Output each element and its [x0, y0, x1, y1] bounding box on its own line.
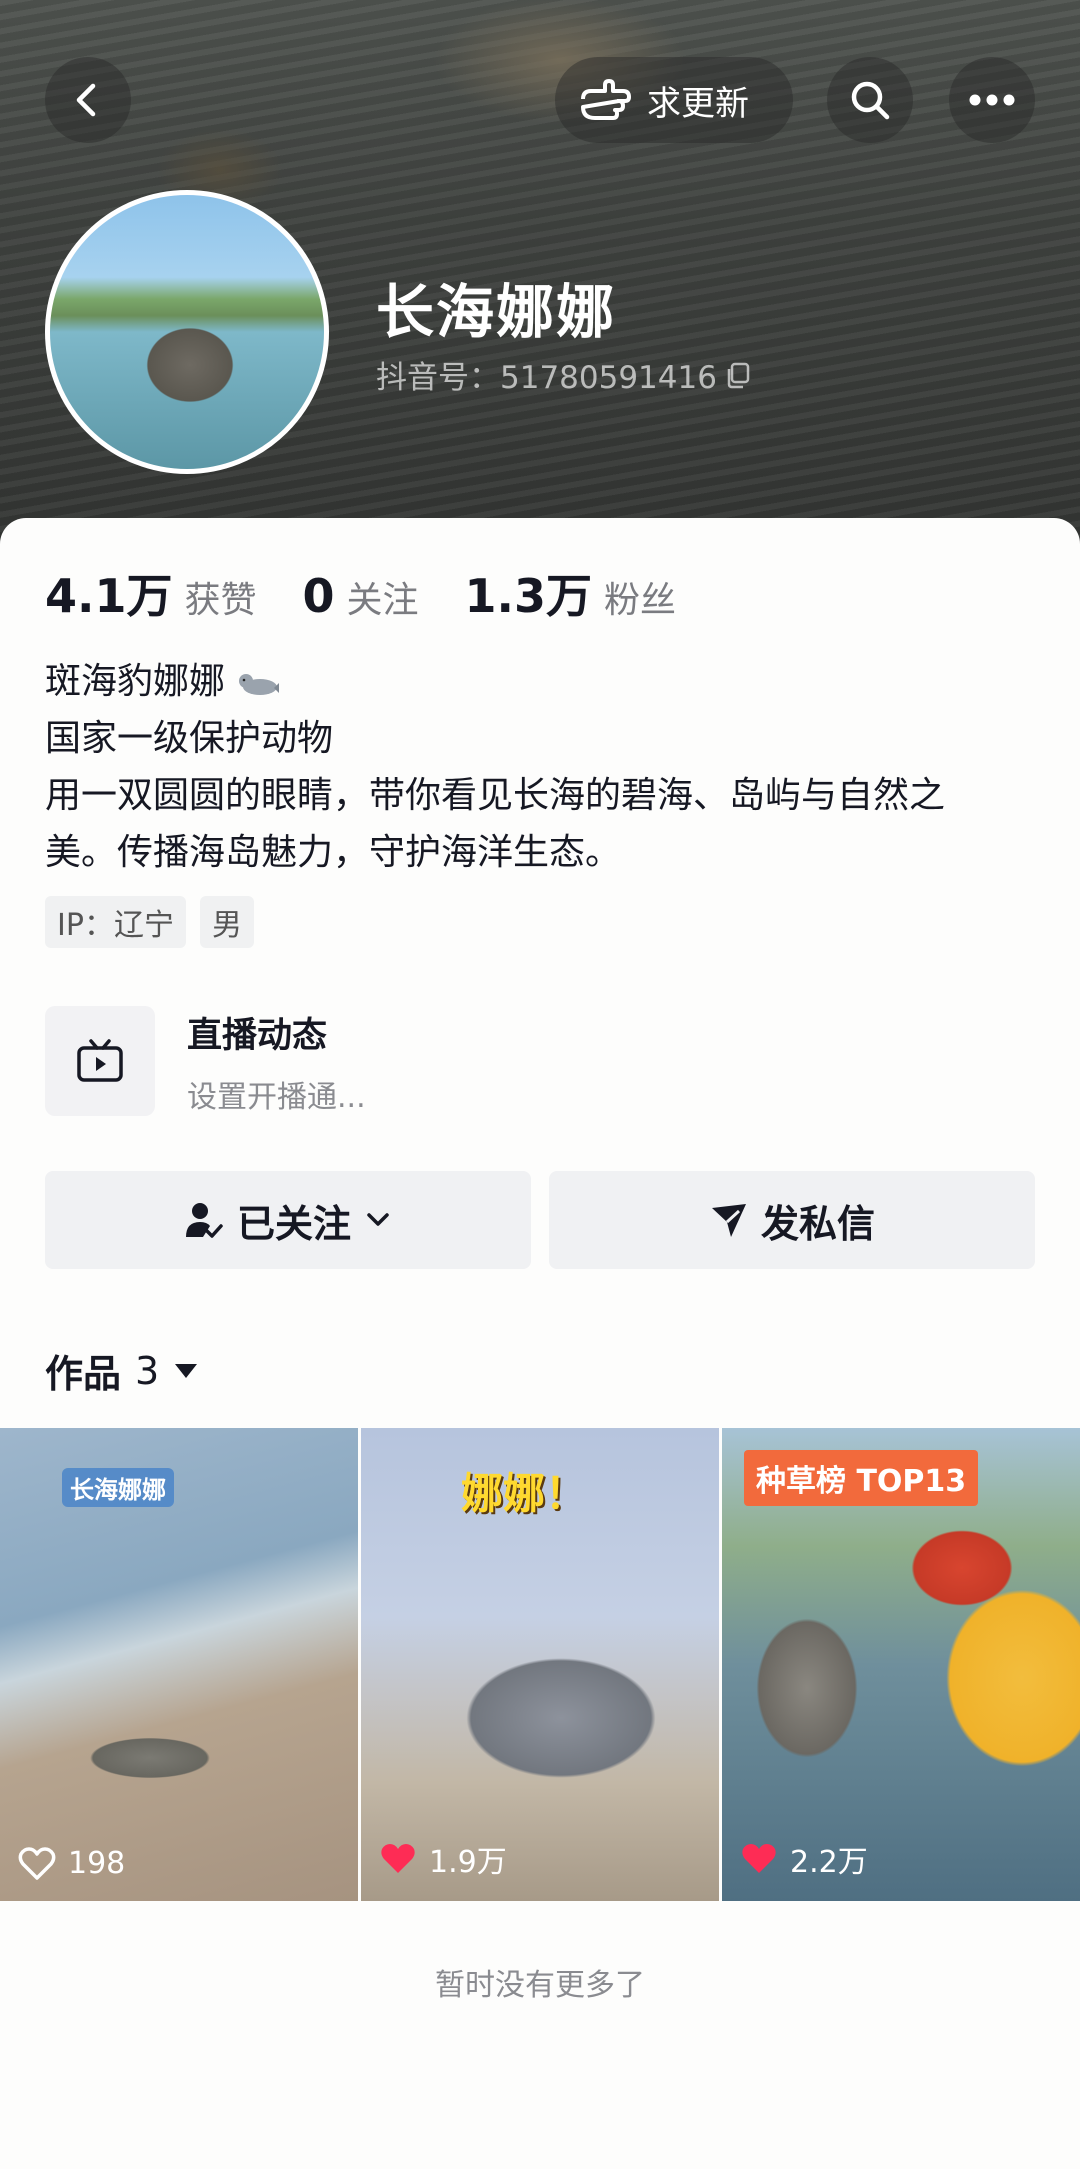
- pointing-hand-icon: [581, 79, 631, 120]
- search-icon: [851, 81, 890, 120]
- stat-likes-label: 获赞: [184, 580, 257, 621]
- tag-ip-location: IP：辽宁: [45, 896, 186, 948]
- tag-list: IP：辽宁 男: [45, 896, 254, 948]
- stat-followers-value: 1.3万: [464, 569, 593, 623]
- heart-filled-icon: [381, 1844, 415, 1873]
- no-more-text: 暂时没有更多了: [435, 1968, 645, 2003]
- stat-followers[interactable]: 1.3万 粉丝: [465, 560, 677, 626]
- stat-likes[interactable]: 4.1万 获赞: [45, 560, 257, 626]
- douyin-id-text: 抖音号：51780591416: [376, 360, 717, 396]
- stat-following-value: 0: [302, 569, 335, 623]
- chevron-down-icon: [367, 1213, 389, 1226]
- profile-nickname: 长海娜娜: [376, 278, 617, 346]
- stat-likes-value: 4.1万: [45, 569, 173, 623]
- work-item-1[interactable]: 长海娜娜 198: [0, 1428, 358, 1901]
- back-button[interactable]: [45, 57, 131, 143]
- works-grid: 长海娜娜 198 娜娜！ 1.9万 种草榜 TOP13 2.2万: [0, 1428, 1080, 1901]
- send-message-label: 发私信: [760, 1201, 875, 1246]
- bio-line-4: 美。传播海岛魅力，守护海洋生态。: [45, 832, 622, 873]
- send-message-button[interactable]: 发私信: [549, 1171, 1035, 1269]
- request-update-button[interactable]: 求更新: [555, 57, 793, 143]
- search-button[interactable]: [827, 57, 913, 143]
- heart-filled-icon: [742, 1844, 776, 1873]
- chevron-left-icon: [76, 83, 96, 117]
- work-2-like-count: 1.9万: [429, 1845, 507, 1880]
- following-button[interactable]: 已关注: [45, 1171, 531, 1269]
- work-3-rank-badge: 种草榜 TOP13: [744, 1450, 979, 1506]
- stat-followers-label: 粉丝: [604, 580, 677, 621]
- request-update-label: 求更新: [647, 83, 749, 124]
- work-2-likes: 1.9万: [379, 1837, 507, 1881]
- stats-row: 4.1万 获赞 0 关注 1.3万 粉丝: [45, 560, 722, 626]
- bio-line-1: 斑海豹娜娜: [45, 653, 1045, 710]
- more-button[interactable]: [949, 57, 1035, 143]
- user-check-icon: [185, 1203, 223, 1238]
- following-label: 已关注: [236, 1201, 351, 1246]
- profile-card: 4.1万 获赞 0 关注 1.3万 粉丝 斑海豹娜娜 国家一级保护动物 用一双圆…: [0, 518, 1080, 2169]
- copy-icon: [727, 362, 750, 388]
- work-2-overlay-text: 娜娜！: [461, 1469, 588, 1518]
- bio-line-1-text: 斑海豹娜娜: [45, 661, 226, 702]
- more-dots-icon: [969, 94, 1015, 106]
- work-item-3[interactable]: 种草榜 TOP13 2.2万: [722, 1428, 1080, 1901]
- douyin-id[interactable]: 抖音号：51780591416: [376, 352, 753, 397]
- caret-down-icon: [175, 1363, 198, 1378]
- work-1-likes: 198: [18, 1846, 125, 1881]
- works-label: 作品: [45, 1352, 122, 1396]
- live-activity-row[interactable]: 直播动态 设置开播通...: [45, 1006, 1035, 1116]
- avatar[interactable]: [45, 190, 329, 474]
- work-item-2[interactable]: 娜娜！ 1.9万: [361, 1428, 719, 1901]
- stat-following-label: 关注: [346, 580, 419, 621]
- live-subtitle: 设置开播通...: [187, 1079, 366, 1115]
- send-icon: [711, 1204, 746, 1237]
- live-icon-box: [45, 1006, 155, 1116]
- bio: 斑海豹娜娜 国家一级保护动物 用一双圆圆的眼睛，带你看见长海的碧海、岛屿与自然之…: [45, 653, 1045, 881]
- work-3-like-count: 2.2万: [790, 1845, 868, 1880]
- works-count: 3: [135, 1348, 160, 1393]
- work-3-likes: 2.2万: [740, 1837, 868, 1881]
- works-tab[interactable]: 作品 3: [45, 1343, 199, 1398]
- live-title: 直播动态: [187, 1015, 328, 1056]
- bio-line-2: 国家一级保护动物: [45, 718, 334, 759]
- stat-following[interactable]: 0 关注: [303, 569, 419, 623]
- work-1-overlay-text: 长海娜娜: [62, 1468, 174, 1507]
- heart-outline-icon: [18, 1846, 56, 1880]
- live-text: 直播动态 设置开播通...: [155, 1007, 366, 1116]
- bio-line-3: 用一双圆圆的眼睛，带你看见长海的碧海、岛屿与自然之: [45, 775, 946, 816]
- tag-gender: 男: [199, 896, 254, 948]
- action-row: 已关注 发私信: [45, 1171, 1035, 1269]
- tv-icon: [77, 1039, 123, 1082]
- work-1-like-count: 198: [68, 1846, 126, 1881]
- profile-banner: 求更新 长海娜娜 抖音号：51780591416: [0, 0, 1080, 560]
- seal-emoji-icon: [239, 674, 280, 695]
